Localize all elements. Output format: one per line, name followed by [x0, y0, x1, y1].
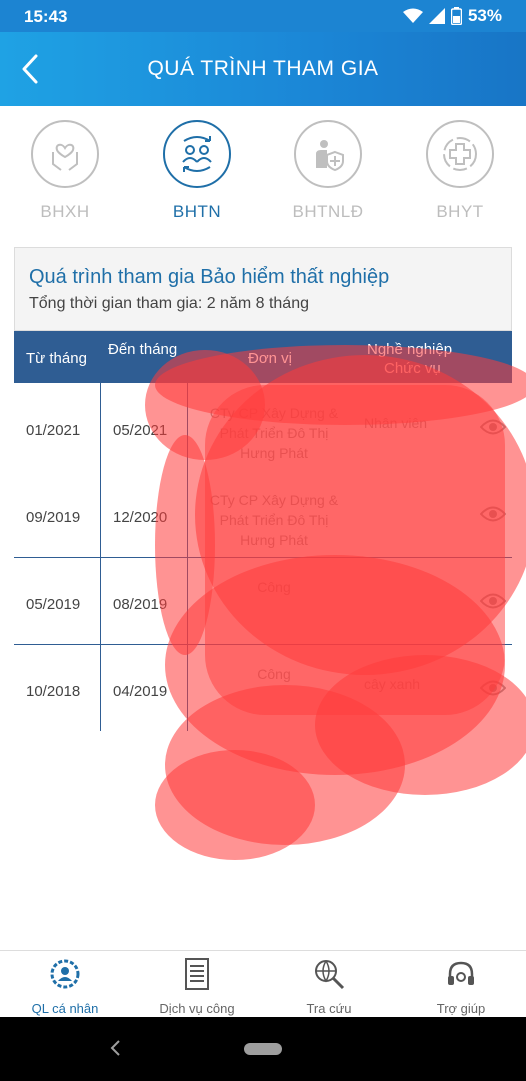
worker-shield-icon — [316, 140, 344, 172]
tab-label: BHTN — [172, 202, 222, 221]
table-row[interactable]: 10/2018 04/2019 Công cây xanh — [14, 646, 512, 733]
col-position: Chức vụ — [384, 360, 441, 377]
table-header: Từ tháng Đến tháng Đơn vị Nghề nghiệp Ch… — [14, 331, 512, 383]
status-bar: 15:43 53% — [0, 0, 526, 32]
view-detail-button[interactable] — [479, 592, 507, 615]
nav-label: Dịch vụ công — [159, 1001, 235, 1016]
view-detail-button[interactable] — [479, 418, 507, 441]
table-row[interactable]: 05/2019 08/2019 Công — [14, 559, 512, 646]
nav-personal[interactable]: QL cá nhân — [0, 957, 130, 1016]
document-icon — [185, 958, 209, 990]
view-detail-button[interactable] — [479, 679, 507, 702]
tab-label: BHTNLĐ — [292, 202, 364, 221]
eye-icon — [479, 680, 507, 696]
people-exchange-icon — [182, 136, 212, 172]
row-from: 05/2019 — [26, 596, 81, 613]
summary-total: Tổng thời gian tham gia: 2 năm 8 tháng — [29, 295, 309, 312]
hands-heart-icon — [52, 143, 78, 171]
eye-icon — [479, 506, 507, 522]
nav-label: QL cá nhân — [31, 1001, 99, 1016]
eye-icon — [479, 419, 507, 435]
battery-icon — [450, 7, 462, 25]
signal-icon — [428, 8, 445, 24]
row-from: 01/2021 — [26, 422, 81, 439]
bottom-navigation: QL cá nhân Dịch vụ công Tra cứu Trợ giúp — [0, 950, 526, 1018]
headset-icon — [448, 961, 474, 985]
tab-bhtn[interactable]: BHTN — [147, 120, 247, 228]
view-detail-button[interactable] — [479, 505, 507, 528]
tab-bhxh[interactable]: BHXH — [15, 120, 115, 228]
eye-icon — [479, 593, 507, 609]
row-unit: CTy CP Xây Dựng & Phát Triển Đô Thị Hưng… — [209, 492, 339, 548]
col-unit: Đơn vị — [248, 350, 293, 367]
tab-label: BHYT — [436, 202, 484, 221]
row-to: 12/2020 — [113, 509, 168, 526]
battery-level: 53% — [467, 6, 502, 25]
system-home-button[interactable] — [244, 1043, 282, 1055]
col-occupation: Nghề nghiệp — [367, 341, 453, 358]
system-back-button[interactable] — [108, 1039, 124, 1062]
app-bar: QUÁ TRÌNH THAM GIA — [0, 32, 526, 106]
nav-label: Tra cứu — [306, 1001, 352, 1016]
tab-bhtnld[interactable]: BHTNLĐ — [278, 120, 378, 228]
col-to: Đến tháng — [108, 341, 178, 358]
search-globe-icon — [315, 960, 345, 990]
summary-box: Quá trình tham gia Bảo hiểm thất nghiệp … — [14, 247, 512, 331]
row-to: 04/2019 — [113, 683, 168, 700]
row-unit: Công — [257, 579, 291, 595]
row-occupation: Nhân viên — [364, 415, 428, 431]
page-title: QUÁ TRÌNH THAM GIA — [147, 57, 379, 80]
tab-bhyt[interactable]: BHYT — [410, 120, 510, 228]
row-to: 05/2021 — [113, 422, 168, 439]
table-row[interactable]: 09/2019 12/2020 CTy CP Xây Dựng & Phát T… — [14, 472, 512, 559]
insurance-tabs: BHXH BHTN BHTNLĐ BHYT — [0, 106, 526, 238]
nav-public-service[interactable]: Dịch vụ công — [132, 957, 262, 1016]
row-occupation: cây xanh — [364, 676, 421, 692]
row-from: 09/2019 — [26, 509, 81, 526]
status-time: 15:43 — [24, 7, 68, 26]
row-from: 10/2018 — [26, 683, 81, 700]
nav-help[interactable]: Trợ giúp — [396, 957, 526, 1016]
nav-label: Trợ giúp — [436, 1001, 486, 1016]
row-unit: CTy CP Xây Dựng & Phát Triển Đô Thị Hưng… — [209, 405, 339, 461]
status-indicators: 53% — [402, 6, 502, 26]
tab-label: BHXH — [40, 202, 90, 221]
table-row[interactable]: 01/2021 05/2021 CTy CP Xây Dựng & Phát T… — [14, 385, 512, 472]
summary-heading: Quá trình tham gia Bảo hiểm thất nghiệp — [29, 266, 390, 288]
medical-cross-icon — [443, 137, 477, 171]
nav-lookup[interactable]: Tra cứu — [264, 957, 394, 1016]
row-to: 08/2019 — [113, 596, 168, 613]
chevron-left-icon — [110, 1040, 120, 1056]
personal-gear-icon — [50, 959, 80, 989]
col-from: Từ tháng — [26, 350, 87, 367]
system-navigation-bar — [0, 1017, 526, 1081]
wifi-icon — [402, 8, 423, 23]
row-unit: Công — [257, 666, 291, 682]
